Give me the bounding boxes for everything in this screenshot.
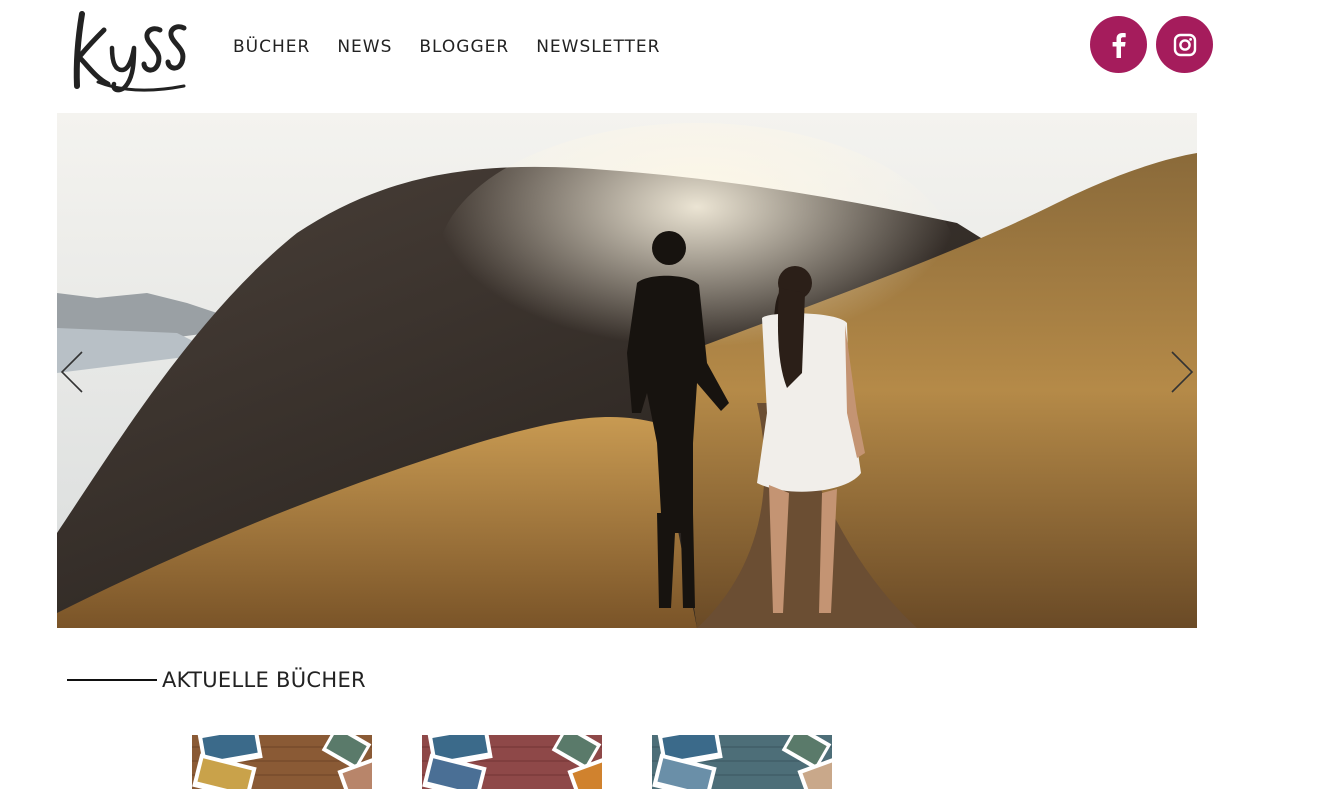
hero-slider[interactable] [57,113,1197,628]
section-heading: AKTUELLE BÜCHER [67,668,366,692]
book-cover-1[interactable] [192,735,372,789]
nav-item-buecher[interactable]: BÜCHER [233,36,310,58]
kyss-logo[interactable] [68,8,192,96]
social-links [1090,16,1213,73]
site-header: BÜCHER NEWS BLOGGER NEWSLETTER [0,0,1318,113]
chevron-left-icon[interactable] [58,350,86,394]
main-nav: BÜCHER NEWS BLOGGER NEWSLETTER [233,36,687,58]
instagram-icon [1173,33,1196,56]
chevron-right-icon[interactable] [1168,350,1196,394]
book-list [192,735,832,789]
instagram-button[interactable] [1156,16,1213,73]
section-title: AKTUELLE BÜCHER [162,668,366,692]
nav-item-news[interactable]: NEWS [337,36,392,58]
book-cover-3[interactable] [652,735,832,789]
nav-item-blogger[interactable]: BLOGGER [419,36,509,58]
facebook-icon [1112,32,1126,58]
heading-rule [67,679,157,681]
facebook-button[interactable] [1090,16,1147,73]
nav-item-newsletter[interactable]: NEWSLETTER [536,36,660,58]
book-cover-2[interactable] [422,735,602,789]
hero-image [57,113,1197,628]
